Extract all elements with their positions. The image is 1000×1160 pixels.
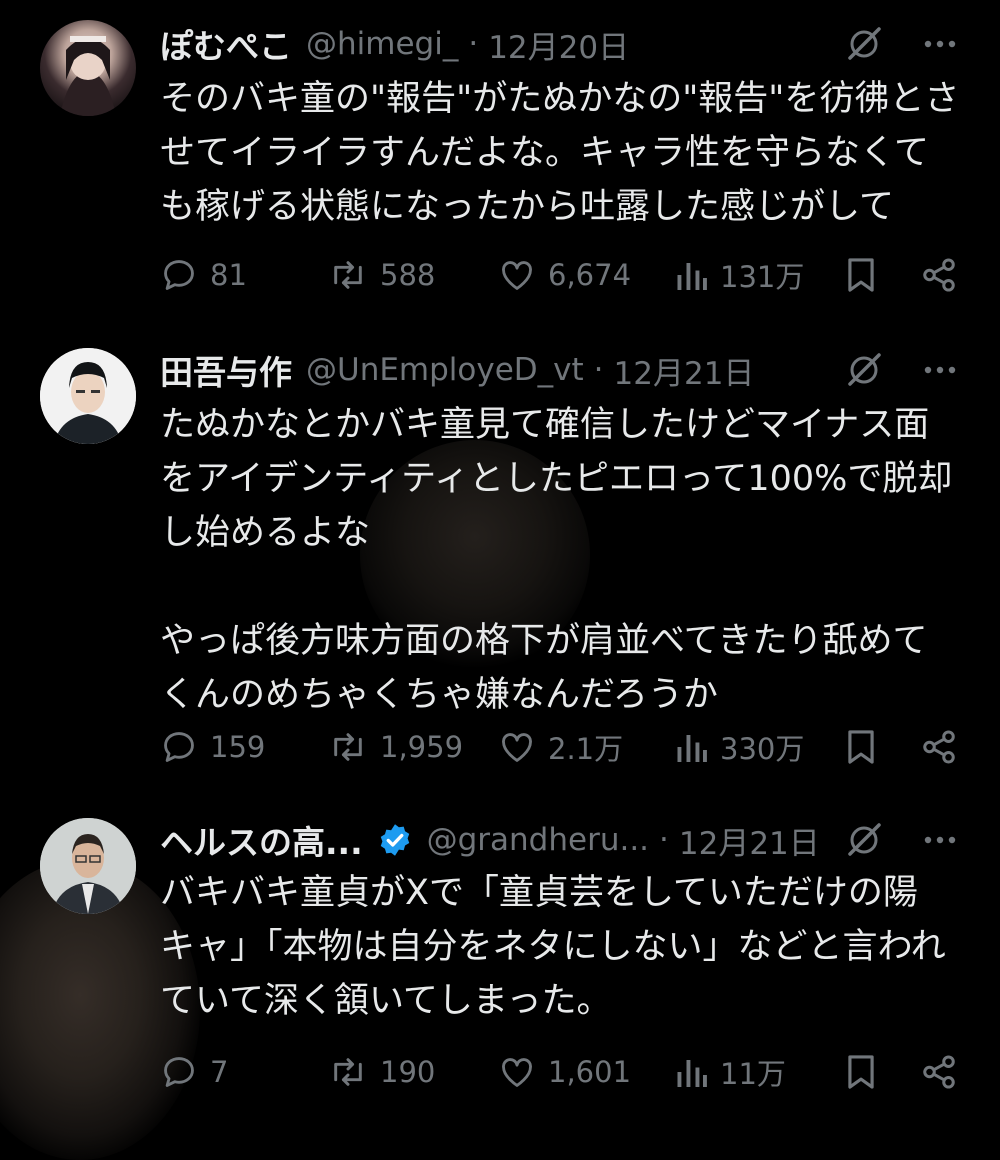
reply-count: 81 [210, 258, 247, 292]
separator: · [468, 26, 479, 62]
avatar[interactable] [40, 20, 136, 116]
repost-count: 190 [380, 1055, 436, 1089]
repost-count: 588 [380, 258, 436, 292]
text-line: くんのめちゃくちゃ嫌なんだろうか [160, 675, 718, 715]
tweet-header: 田吾与作 @UnEmployeD_vt · 12月21日 [160, 348, 956, 392]
text-line: やっぱ後方味方面の格下が肩並べてきたり舐めて [160, 621, 928, 661]
text-line: し始めるよな [160, 513, 371, 553]
repost-count: 1,959 [380, 730, 464, 764]
display-name[interactable]: ぽむぺこ [160, 20, 292, 68]
post-date[interactable]: 12月20日 [488, 22, 629, 67]
reply-button[interactable]: 81 [160, 255, 247, 295]
text-line: キャ」「本物は自分をネタにしない」などと言われ [160, 927, 946, 967]
more-icon[interactable] [924, 39, 956, 49]
verified-badge-icon [377, 822, 413, 858]
share-icon[interactable] [920, 1052, 970, 1092]
action-bar: 81 588 6,674 131万 [160, 255, 960, 295]
more-icon[interactable] [924, 365, 956, 375]
like-count: 1,601 [548, 1055, 632, 1089]
text-line: をアイデンティティとしたピエロって100%で脱却 [160, 459, 953, 499]
display-name[interactable]: 田吾与作 [160, 346, 292, 394]
repost-button[interactable]: 1,959 [328, 727, 463, 767]
post-date[interactable]: 12月21日 [679, 818, 820, 863]
like-count: 6,674 [548, 258, 632, 292]
bookmark-icon[interactable] [844, 255, 890, 295]
text-line: も稼げる状態になったから吐露した感じがして [160, 187, 894, 227]
action-bar: 159 1,959 2.1万 330万 [160, 727, 960, 767]
text-line: せてイライラすんだよな。キャラ性を守らなくて [160, 133, 929, 173]
like-button[interactable]: 2.1万 [498, 727, 623, 767]
separator: · [659, 822, 669, 858]
text-line: ていて深く頷いてしまった。 [160, 981, 612, 1021]
tweet-text: たぬかなとかバキ童見て確信したけどマイナス面 をアイデンティティとしたピエロって… [160, 398, 960, 722]
avatar[interactable] [40, 348, 136, 444]
display-name[interactable]: ヘルスの高... [160, 816, 363, 864]
views-count: 131万 [720, 260, 805, 294]
reply-count: 159 [210, 730, 266, 764]
views-button[interactable]: 11万 [674, 1052, 786, 1092]
grok-icon[interactable] [844, 820, 884, 860]
like-button[interactable]: 1,601 [498, 1052, 631, 1092]
repost-button[interactable]: 588 [328, 255, 435, 295]
bookmark-icon[interactable] [844, 727, 890, 767]
views-button[interactable]: 330万 [674, 727, 804, 767]
like-button[interactable]: 6,674 [498, 255, 631, 295]
user-handle[interactable]: @UnEmployeD_vt [306, 352, 584, 388]
post-date[interactable]: 12月21日 [614, 348, 755, 393]
share-icon[interactable] [920, 255, 970, 295]
tweet-text: そのバキ童の"報告"がたぬかなの"報告"を彷彿とさ せてイライラすんだよな。キャ… [160, 72, 960, 234]
views-count: 11万 [720, 1057, 786, 1091]
views-count: 330万 [720, 732, 805, 766]
repost-button[interactable]: 190 [328, 1052, 435, 1092]
tweet-header: ヘルスの高... @grandheru... · 12月21日 [160, 818, 956, 862]
separator: · [593, 352, 604, 388]
reply-button[interactable]: 159 [160, 727, 265, 767]
text-line: そのバキ童の"報告"がたぬかなの"報告"を彷彿とさ [160, 79, 960, 119]
text-line: たぬかなとかバキ童見て確信したけどマイナス面 [160, 405, 930, 445]
user-handle[interactable]: @grandheru... [427, 822, 649, 858]
grok-icon[interactable] [844, 24, 884, 64]
grok-icon[interactable] [844, 350, 884, 390]
avatar[interactable] [40, 818, 136, 914]
tweet-header: ぽむぺこ @himegi_ · 12月20日 [160, 22, 956, 66]
reply-count: 7 [210, 1055, 229, 1089]
user-handle[interactable]: @himegi_ [306, 26, 458, 62]
reply-button[interactable]: 7 [160, 1052, 228, 1092]
text-line: バキバキ童貞がXで「童貞芸をしていただけの陽 [160, 873, 918, 913]
like-count: 2.1万 [548, 732, 624, 766]
bookmark-icon[interactable] [844, 1052, 890, 1092]
more-icon[interactable] [924, 835, 956, 845]
action-bar: 7 190 1,601 11万 [160, 1052, 960, 1092]
views-button[interactable]: 131万 [674, 255, 804, 295]
tweet-text: バキバキ童貞がXで「童貞芸をしていただけの陽 キャ」「本物は自分をネタにしない」… [160, 866, 960, 1028]
share-icon[interactable] [920, 727, 970, 767]
